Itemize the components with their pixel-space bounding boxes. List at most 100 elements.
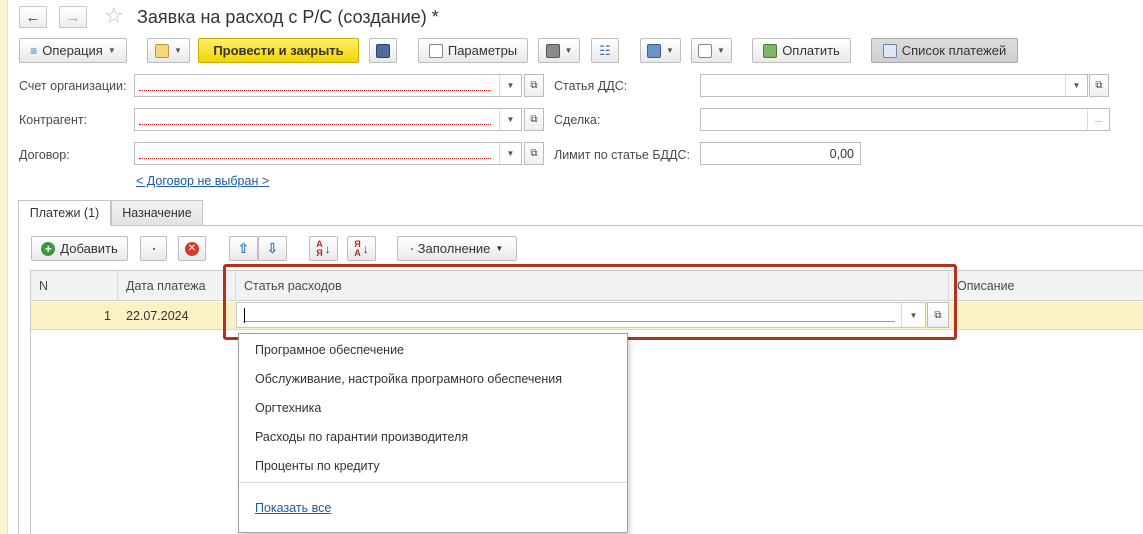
contract-label: Договор: <box>19 148 70 162</box>
delete-row-button[interactable]: ✕ <box>178 236 206 261</box>
add-label: Добавить <box>60 241 118 256</box>
operation-label: Операция <box>42 43 103 58</box>
edit-menu-button[interactable]: ▼ <box>147 38 190 63</box>
open-window-icon: ⧉ <box>530 148 538 159</box>
pay-button[interactable]: Оплатить <box>752 38 851 63</box>
move-up-button[interactable]: ⇧ <box>229 236 258 261</box>
chevron-down-icon: ▼ <box>717 46 725 55</box>
counterparty-label: Контрагент: <box>19 113 88 127</box>
row-description[interactable] <box>956 302 1136 330</box>
open-org-account-button[interactable]: ⧉ <box>524 74 544 97</box>
sort-arrow-icon: ↓ <box>324 241 331 256</box>
counterparty-field[interactable]: ▼ <box>134 108 522 131</box>
open-window-icon: ⧉ <box>530 114 538 125</box>
open-dds-item-button[interactable]: ⧉ <box>1089 74 1109 97</box>
expense-item-dropdown: Програмное обеспечение Обслуживание, нас… <box>238 333 628 533</box>
reports-button[interactable]: ▼ <box>691 38 732 63</box>
ellipsis-icon[interactable]: … <box>1087 109 1109 130</box>
limit-label: Лимит по статье БДДС: <box>554 148 690 162</box>
chevron-down-icon: ▼ <box>495 244 504 253</box>
sort-arrow-icon: ↓ <box>362 241 369 256</box>
payment-list-button[interactable]: Список платежей <box>871 38 1018 63</box>
create-based-on-button[interactable]: ▼ <box>640 38 681 63</box>
move-down-button[interactable]: ⇩ <box>258 236 287 261</box>
create-based-icon <box>647 43 662 58</box>
dropdown-item[interactable]: Обслуживание, настройка програмного обес… <box>255 372 562 386</box>
chevron-down-icon[interactable]: ▼ <box>499 143 521 164</box>
parameters-button[interactable]: Параметры <box>418 38 528 63</box>
operation-button[interactable]: ≡ Операция ▼ <box>19 38 127 63</box>
dropdown-item[interactable]: Програмное обеспечение <box>255 343 404 357</box>
dropdown-item[interactable]: Расходы по гарантии производителя <box>255 430 468 444</box>
favorite-star-icon[interactable]: ☆ <box>104 4 124 28</box>
dropdown-divider <box>239 482 627 483</box>
contract-link[interactable]: < Договор не выбран > <box>136 174 269 188</box>
chevron-down-icon: ▼ <box>564 46 573 55</box>
chevron-down-icon: ▼ <box>107 46 116 55</box>
copy-row-button[interactable] <box>140 236 167 261</box>
column-header-n[interactable]: N <box>31 271 118 301</box>
dds-item-label: Статья ДДС: <box>554 79 628 93</box>
org-account-label: Счет организации: <box>19 79 127 93</box>
fill-label: Заполнение <box>417 241 491 256</box>
arrow-left-icon: ← <box>25 8 41 26</box>
row-number: 1 <box>104 309 111 323</box>
payment-list-label: Список платежей <box>901 43 1007 58</box>
save-button[interactable] <box>369 38 397 63</box>
arrow-down-icon: ⇩ <box>266 240 279 256</box>
back-button[interactable]: ← <box>19 6 47 28</box>
org-account-field[interactable]: ▼ <box>134 74 522 97</box>
structure-button[interactable]: ☷ <box>591 38 619 63</box>
sort-descending-button[interactable]: ЯА ↓ <box>347 236 376 261</box>
sort-ascending-icon: АЯ <box>316 238 323 258</box>
deal-field[interactable]: … <box>700 108 1110 131</box>
post-and-close-button[interactable]: Провести и закрыть <box>198 38 359 63</box>
pencil-note-icon <box>155 43 170 58</box>
chevron-down-icon[interactable]: ▼ <box>1065 75 1087 96</box>
dropdown-item[interactable]: Проценты по кредиту <box>255 459 380 473</box>
window-title: Заявка на расход с Р/С (создание) * <box>137 7 439 27</box>
tab-payments[interactable]: Платежи (1) <box>18 200 111 226</box>
pay-label: Оплатить <box>782 43 840 58</box>
required-indicator <box>139 124 491 125</box>
row-date[interactable]: 22.07.2024 <box>126 302 236 330</box>
printer-icon <box>545 43 560 58</box>
left-accent-strip <box>0 0 8 534</box>
chevron-down-icon[interactable]: ▼ <box>499 75 521 96</box>
document-icon <box>428 43 443 58</box>
limit-value: 0,00 <box>829 147 854 161</box>
tree-icon: ≡ <box>30 43 38 58</box>
deal-label: Сделка: <box>554 113 601 127</box>
column-header-date[interactable]: Дата платежа <box>118 271 236 301</box>
report-icon <box>698 43 713 58</box>
sort-ascending-button[interactable]: АЯ ↓ <box>309 236 338 261</box>
open-contract-button[interactable]: ⧉ <box>524 142 544 165</box>
fill-icon <box>410 247 413 250</box>
contract-field[interactable]: ▼ <box>134 142 522 165</box>
chevron-down-icon[interactable]: ▼ <box>499 109 521 130</box>
print-button[interactable]: ▼ <box>538 38 580 63</box>
money-icon <box>763 43 778 58</box>
highlight-frame <box>223 264 957 340</box>
dropdown-item[interactable]: Оргтехника <box>255 401 321 415</box>
forward-button[interactable]: → <box>59 6 87 28</box>
floppy-disk-icon <box>376 43 390 58</box>
list-icon <box>882 43 897 58</box>
open-counterparty-button[interactable]: ⧉ <box>524 108 544 131</box>
column-header-description[interactable]: Описание <box>949 271 1143 301</box>
show-all-link[interactable]: Показать все <box>255 501 331 515</box>
copy-add-icon <box>152 247 155 250</box>
hierarchy-icon: ☷ <box>599 42 611 58</box>
open-window-icon: ⧉ <box>1095 80 1103 91</box>
tab-purpose[interactable]: Назначение <box>111 200 203 226</box>
dds-item-field[interactable]: ▼ <box>700 74 1088 97</box>
chevron-down-icon: ▼ <box>174 46 182 55</box>
plus-circle-icon: + <box>41 241 56 256</box>
required-indicator <box>139 158 491 159</box>
open-window-icon: ⧉ <box>530 80 538 91</box>
delete-circle-icon: ✕ <box>185 241 199 256</box>
arrow-right-icon: → <box>65 8 81 26</box>
parameters-label: Параметры <box>447 43 518 58</box>
fill-button[interactable]: Заполнение ▼ <box>397 236 517 261</box>
add-row-button[interactable]: + Добавить <box>31 236 128 261</box>
